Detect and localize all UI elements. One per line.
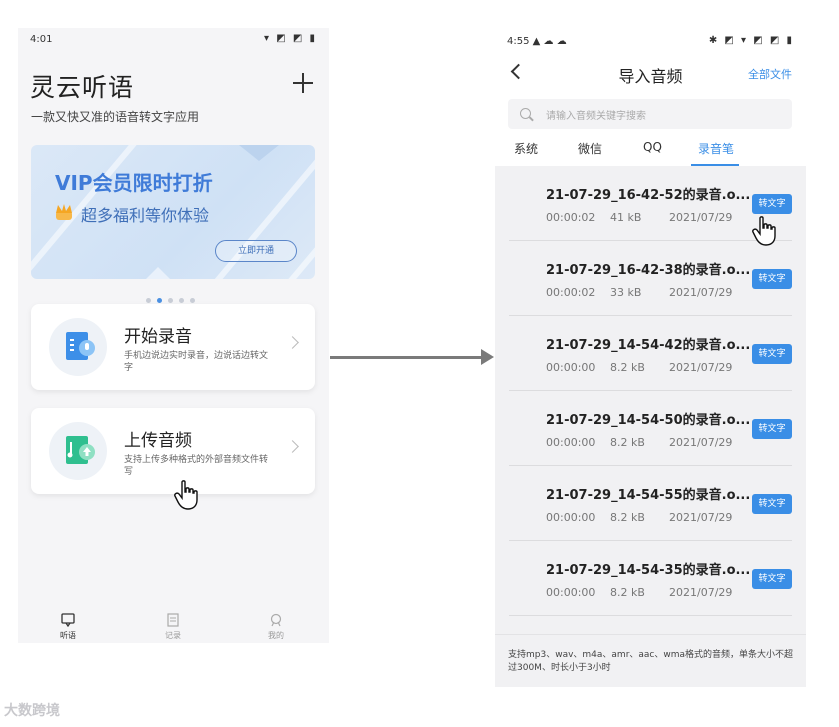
card-title: 上传音频 (124, 431, 192, 451)
status-time-text: 4:55 (507, 36, 530, 47)
file-date: 2021/07/29 (669, 286, 733, 299)
flow-arrow-head-icon (481, 349, 494, 365)
file-duration: 00:00:00 (546, 586, 596, 599)
transcribe-button[interactable]: 转文字 (752, 569, 792, 589)
add-button[interactable] (288, 68, 318, 98)
chat-icon (61, 613, 75, 627)
status-icons: ✱ ◩ ▾ ◩ ◩ ▮ (708, 35, 794, 46)
status-time: 4:55 ▲ ☁ ☁ (507, 36, 567, 47)
list-item[interactable]: 21-07-29_14-54-35的录音.o... 00:00:00 8.2 kB… (509, 541, 792, 616)
hand-pointer-icon (752, 216, 776, 246)
upload-audio-card[interactable]: 上传音频 支持上传多种格式的外部音频文件转写 (31, 408, 315, 494)
list-item[interactable]: 21-07-29_14-54-42的录音.o... 00:00:00 8.2 kB… (509, 316, 792, 391)
format-hint-footer: 支持mp3、wav、m4a、amr、aac、wma格式的音频，单条大小不超过30… (495, 634, 806, 687)
file-date: 2021/07/29 (669, 211, 733, 224)
banner-title: VIP会员限时打折 (55, 171, 213, 195)
file-date: 2021/07/29 (669, 586, 733, 599)
list-item[interactable]: 21-07-29_16-42-52的录音.o... 00:00:02 41 kB 2… (509, 166, 792, 241)
status-icons-left: ▲ ☁ ☁ (532, 36, 567, 47)
file-size: 8.2 kB (610, 586, 645, 599)
carousel-dot-active (157, 298, 162, 303)
file-name: 21-07-29_14-54-42的录音.o... (546, 338, 751, 353)
nav-bar: 导入音频 全部文件 (495, 52, 806, 92)
tab-records[interactable]: 记录 (143, 613, 203, 641)
upload-audio-icon (49, 422, 107, 480)
search-icon (520, 108, 531, 119)
file-size: 33 kB (610, 286, 642, 299)
tab-wechat[interactable]: 微信 (578, 140, 602, 157)
file-duration: 00:00:02 (546, 286, 596, 299)
status-icons: ▾ ◩ ◩ ▮ (264, 33, 317, 44)
file-duration: 00:00:00 (546, 511, 596, 524)
status-bar: 4:55 ▲ ☁ ☁ ✱ ◩ ▾ ◩ ◩ ▮ (495, 30, 806, 52)
file-duration: 00:00:00 (546, 361, 596, 374)
status-time: 4:01 (30, 34, 53, 45)
banner-subtitle: 超多福利等你体验 (81, 206, 210, 225)
transcribe-button[interactable]: 转文字 (752, 344, 792, 364)
card-description: 手机边说边实时录音，边说话边转文字 (124, 351, 269, 373)
status-bar: 4:01 ▾ ◩ ◩ ▮ (18, 28, 329, 50)
list-item[interactable]: 21-07-29_14-54-50的录音.o... 00:00:00 8.2 kB… (509, 391, 792, 466)
card-description: 支持上传多种格式的外部音频文件转写 (124, 455, 269, 477)
import-audio-screen: 4:55 ▲ ☁ ☁ ✱ ◩ ▾ ◩ ◩ ▮ 导入音频 全部文件 请输入音频关键… (495, 30, 806, 687)
search-input[interactable]: 请输入音频关键字搜索 (508, 99, 792, 129)
chevron-right-icon (286, 336, 299, 349)
decor-triangle-icon (239, 145, 279, 161)
start-recording-card[interactable]: 开始录音 手机边说边实时录音，边说话边转文字 (31, 304, 315, 390)
tab-label: 我的 (268, 631, 284, 640)
file-name: 21-07-29_14-54-35的录音.o... (546, 563, 751, 578)
file-name: 21-07-29_14-54-55的录音.o... (546, 488, 751, 503)
carousel-dot (179, 298, 184, 303)
tab-system[interactable]: 系统 (514, 140, 538, 157)
tab-mine[interactable]: 我的 (246, 613, 306, 641)
file-size: 8.2 kB (610, 436, 645, 449)
activate-now-button[interactable]: 立即开通 (215, 240, 297, 262)
crown-icon (56, 204, 72, 220)
source-tabs: 系统 微信 QQ 录音笔 (495, 136, 806, 166)
transcribe-button[interactable]: 转文字 (752, 419, 792, 439)
transcribe-button[interactable]: 转文字 (752, 269, 792, 289)
format-hint-text: 支持mp3、wav、m4a、amr、aac、wma格式的音频，单条大小不超过30… (508, 650, 794, 673)
document-icon (167, 613, 179, 627)
transcribe-button[interactable]: 转文字 (752, 194, 792, 214)
vip-banner[interactable]: VIP会员限时打折 超多福利等你体验 立即开通 (31, 145, 315, 279)
tab-qq[interactable]: QQ (643, 140, 662, 154)
file-size: 41 kB (610, 211, 642, 224)
file-date: 2021/07/29 (669, 511, 733, 524)
hand-pointer-icon (174, 480, 198, 510)
file-name: 21-07-29_16-42-52的录音.o... (546, 188, 751, 203)
chevron-right-icon (286, 440, 299, 453)
file-size: 8.2 kB (610, 511, 645, 524)
file-name: 21-07-29_14-54-50的录音.o... (546, 413, 751, 428)
file-name: 21-07-29_16-42-38的录音.o... (546, 263, 751, 278)
bottom-tabbar: 听语 记录 我的 (18, 613, 329, 643)
tab-label: 记录 (165, 631, 181, 640)
user-icon (270, 613, 282, 627)
home-screen: 4:01 ▾ ◩ ◩ ▮ 灵云听语 一款又快又准的语音转文字应用 VIP会员限时… (18, 28, 329, 643)
list-item[interactable]: 21-07-29_14-54-55的录音.o... 00:00:00 8.2 kB… (509, 466, 792, 541)
tab-recorder[interactable]: 录音笔 (698, 140, 734, 157)
file-duration: 00:00:00 (546, 436, 596, 449)
file-date: 2021/07/29 (669, 361, 733, 374)
tab-label: 听语 (60, 631, 76, 640)
carousel-dot (146, 298, 151, 303)
carousel-dot (190, 298, 195, 303)
search-placeholder: 请输入音频关键字搜索 (546, 111, 646, 122)
list-item[interactable]: 21-07-29_16-42-38的录音.o... 00:00:02 33 kB 2… (509, 241, 792, 316)
file-duration: 00:00:02 (546, 211, 596, 224)
recording-icon (49, 318, 107, 376)
carousel-dot (168, 298, 173, 303)
tab-listen[interactable]: 听语 (38, 613, 98, 641)
file-size: 8.2 kB (610, 361, 645, 374)
decor-triangle-icon (146, 267, 170, 279)
watermark: 大数跨境 (4, 703, 60, 719)
flow-arrow-line (330, 356, 482, 359)
carousel-dots (146, 288, 206, 303)
card-title: 开始录音 (124, 327, 192, 347)
transcribe-button[interactable]: 转文字 (752, 494, 792, 514)
app-subtitle: 一款又快又准的语音转文字应用 (31, 110, 200, 124)
all-files-link[interactable]: 全部文件 (748, 66, 792, 82)
file-date: 2021/07/29 (669, 436, 733, 449)
app-title: 灵云听语 (30, 73, 135, 102)
